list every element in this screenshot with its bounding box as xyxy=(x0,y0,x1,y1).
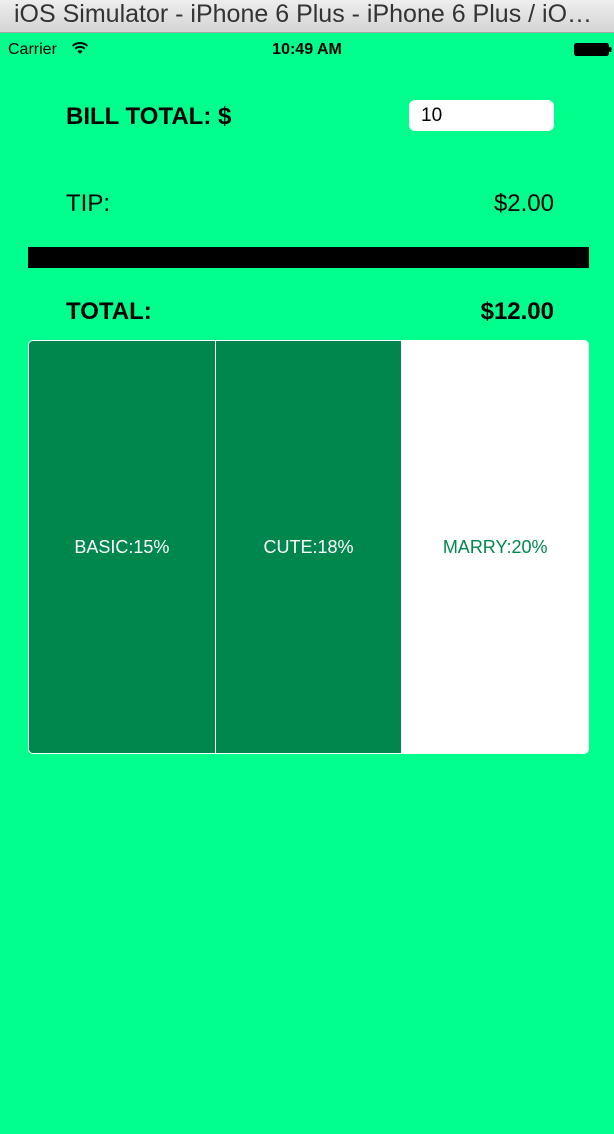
divider-bar xyxy=(28,247,589,268)
segment-marry[interactable]: MARRY:20% xyxy=(401,341,588,753)
segment-basic[interactable]: BASIC:15% xyxy=(29,341,215,753)
segment-cute[interactable]: CUTE:18% xyxy=(214,341,402,753)
bill-total-label: BILL TOTAL: $ xyxy=(66,103,232,130)
segment-marry-label: MARRY:20% xyxy=(442,536,548,557)
window-titlebar[interactable]: iOS Simulator - iPhone 6 Plus - iPhone 6… xyxy=(0,0,614,33)
bill-total-input[interactable] xyxy=(409,100,554,131)
battery-icon xyxy=(574,43,612,56)
total-amount: $12.00 xyxy=(480,298,554,325)
status-time: 10:49 AM xyxy=(272,41,342,58)
segment-cute-label: CUTE:18% xyxy=(263,536,354,557)
app-screen: Carrier 10:49 AM BILL TOTAL: $ TIP: $2.0… xyxy=(0,33,614,1134)
tip-amount: $2.00 xyxy=(493,190,554,217)
segment-basic-label: BASIC:15% xyxy=(74,536,170,557)
window-title: iOS Simulator - iPhone 6 Plus - iPhone 6… xyxy=(14,0,604,28)
tip-label: TIP: xyxy=(66,190,111,217)
tip-percentage-segmented-control: BASIC:15% CUTE:18% MARRY:20% xyxy=(28,340,589,754)
total-label: TOTAL: xyxy=(66,298,152,325)
